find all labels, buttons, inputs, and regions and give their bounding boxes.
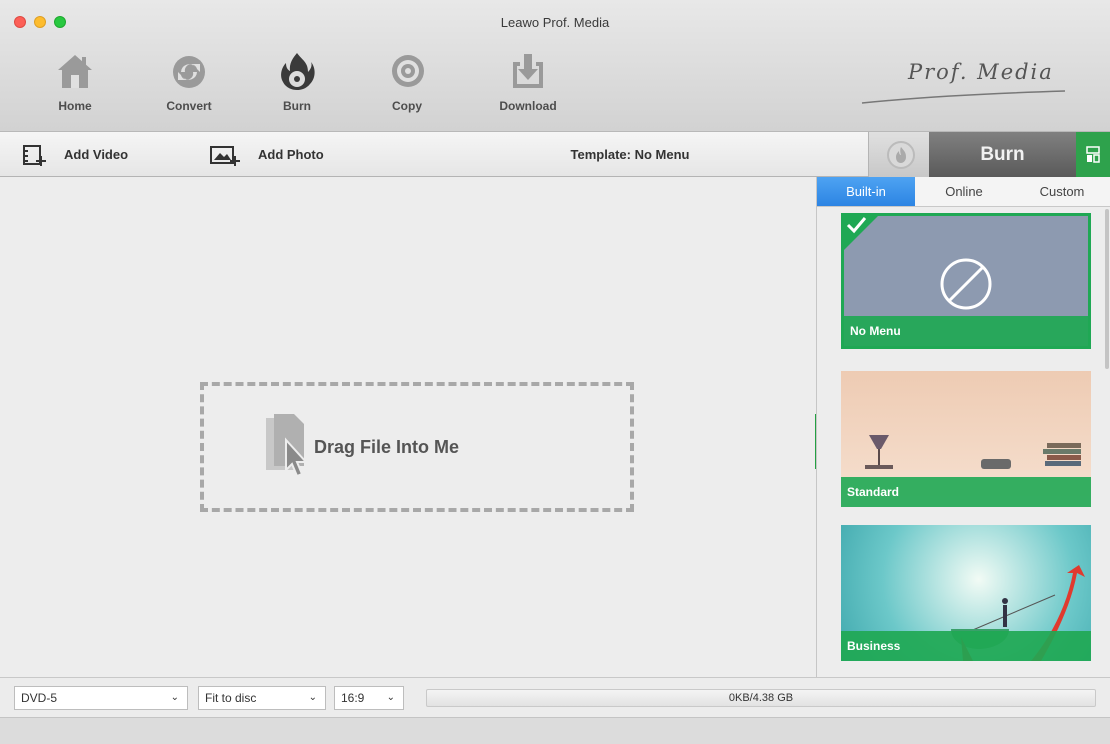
aspect-ratio-select[interactable]: 16:9 ⌄ [334, 686, 404, 710]
toolbar-copy-label: Copy [392, 99, 422, 113]
template-label: Template: No Menu [570, 147, 690, 162]
toolbar-burn-label: Burn [283, 99, 311, 113]
tab-online[interactable]: Online [915, 177, 1013, 206]
convert-icon [173, 56, 205, 88]
toolbar-convert-label: Convert [166, 99, 212, 113]
add-video-label: Add Video [64, 147, 129, 162]
template-card-no-menu[interactable]: No Menu [841, 213, 1091, 349]
tab-built-in[interactable]: Built-in [817, 177, 915, 206]
chevron-down-icon: ⌄ [386, 692, 395, 703]
chevron-down-icon: ⌄ [170, 692, 179, 703]
panel-scrollbar[interactable] [1105, 209, 1109, 369]
tab-custom[interactable]: Custom [1013, 177, 1110, 206]
add-video-icon [23, 144, 46, 166]
bottom-bar: DVD-5 ⌄ Fit to disc ⌄ 16:9 ⌄ 0KB/4.38 GB [0, 677, 1110, 717]
layout-toggle-button[interactable] [1076, 132, 1110, 177]
aspect-ratio-value: 16:9 [341, 691, 365, 705]
title-bar: Leawo Prof. Media Home Convert Burn Copy… [0, 0, 1110, 132]
toolbar-download-label: Download [499, 99, 557, 113]
layout-grid-icon [1086, 146, 1100, 163]
burn-button-label: Burn [929, 132, 1076, 177]
home-icon [58, 55, 92, 88]
copy-icon [392, 55, 424, 87]
toolbar-download-button[interactable]: Download [483, 50, 573, 120]
toolbar-convert-button[interactable]: Convert [144, 50, 234, 120]
brand-swoosh-icon [861, 90, 1066, 104]
status-bar [0, 717, 1110, 744]
template-card-standard[interactable]: Standard [841, 371, 1091, 507]
template-name: No Menu [844, 316, 1088, 346]
disc-type-select[interactable]: DVD-5 ⌄ [14, 686, 188, 710]
fit-mode-value: Fit to disc [205, 691, 257, 705]
burn-flame-icon [887, 141, 915, 169]
add-video-button[interactable]: Add Video [22, 132, 128, 177]
toolbar-home-button[interactable]: Home [30, 50, 120, 120]
template-name: Standard [841, 477, 1091, 507]
template-name: Business [841, 631, 1091, 661]
add-photo-icon [210, 145, 240, 166]
add-photo-button[interactable]: Add Photo [210, 132, 324, 177]
checkmark-icon [846, 217, 867, 234]
toolbar-burn-button[interactable]: Burn [252, 50, 342, 120]
disc-capacity-bar: 0KB/4.38 GB [426, 689, 1096, 707]
disc-type-value: DVD-5 [21, 691, 58, 705]
download-icon [513, 54, 543, 88]
file-drop-area: Drag File Into Me [0, 177, 816, 677]
drag-file-label: Drag File Into Me [314, 437, 460, 457]
burn-button[interactable]: Burn [868, 132, 1076, 177]
template-tabs: Built-in Online Custom [817, 177, 1110, 207]
no-entry-icon [940, 258, 992, 310]
toolbar-copy-button[interactable]: Copy [362, 50, 452, 120]
chevron-down-icon: ⌄ [308, 692, 317, 703]
template-panel: Built-in Online Custom No Menu Standard [816, 177, 1110, 677]
fit-mode-select[interactable]: Fit to disc ⌄ [198, 686, 326, 710]
disc-capacity-text: 0KB/4.38 GB [728, 692, 794, 704]
brand-logo: Prof. Media [860, 55, 1070, 105]
drag-file-dropzone[interactable]: Drag File Into Me [200, 382, 634, 512]
add-photo-label: Add Photo [258, 147, 324, 162]
toolbar-home-label: Home [58, 99, 92, 113]
burn-icon [281, 53, 315, 90]
window-title: Leawo Prof. Media [500, 15, 610, 30]
template-card-business[interactable]: Business [841, 525, 1091, 661]
drag-file-icon [266, 414, 309, 478]
